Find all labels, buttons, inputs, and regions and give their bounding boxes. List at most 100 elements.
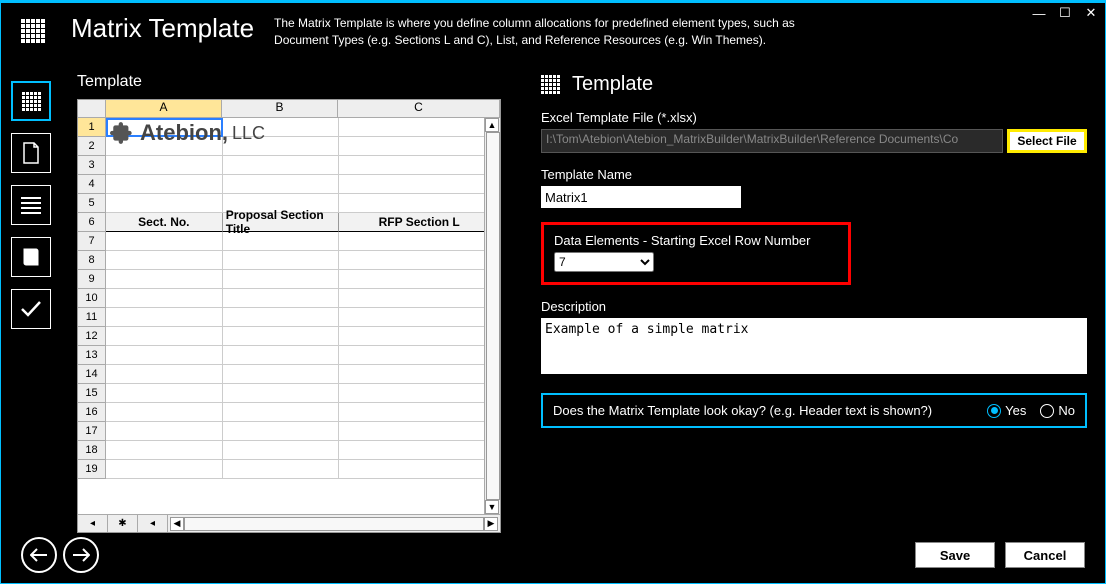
spreadsheet-cell[interactable]: [106, 156, 223, 175]
row-header[interactable]: 11: [78, 308, 106, 327]
spreadsheet-cell[interactable]: [106, 327, 223, 346]
spreadsheet-cell[interactable]: [339, 346, 500, 365]
spreadsheet-cell[interactable]: [339, 327, 500, 346]
column-header-C[interactable]: C: [338, 100, 500, 117]
row-header[interactable]: 4: [78, 175, 106, 194]
row-header[interactable]: 16: [78, 403, 106, 422]
spreadsheet-cell[interactable]: [106, 403, 223, 422]
spreadsheet-cell[interactable]: [339, 194, 500, 213]
spreadsheet-cell[interactable]: [106, 251, 223, 270]
spreadsheet-cell[interactable]: [223, 137, 340, 156]
row-header[interactable]: 7: [78, 232, 106, 251]
sidebar-item-document[interactable]: [11, 133, 51, 173]
spreadsheet-cell[interactable]: [106, 365, 223, 384]
sidebar-item-book[interactable]: [11, 237, 51, 277]
spreadsheet-cell[interactable]: [339, 118, 500, 137]
spreadsheet-cell[interactable]: [339, 289, 500, 308]
spreadsheet-cell[interactable]: [106, 441, 223, 460]
spreadsheet[interactable]: A B C 123456Sect. No.Proposal Section Ti…: [77, 99, 501, 533]
sidebar-item-list[interactable]: [11, 185, 51, 225]
row-header[interactable]: 5: [78, 194, 106, 213]
spreadsheet-cell[interactable]: [339, 460, 500, 479]
maximize-icon[interactable]: ☐: [1057, 5, 1073, 21]
row-header[interactable]: 19: [78, 460, 106, 479]
template-name-field[interactable]: [541, 186, 741, 208]
spreadsheet-cell[interactable]: [106, 270, 223, 289]
row-header[interactable]: 6: [78, 213, 106, 232]
sidebar-item-check[interactable]: [11, 289, 51, 329]
spreadsheet-cell[interactable]: [223, 422, 340, 441]
minimize-icon[interactable]: —: [1031, 6, 1047, 21]
spreadsheet-cell[interactable]: [106, 137, 223, 156]
column-header-B[interactable]: B: [222, 100, 338, 117]
spreadsheet-cell[interactable]: [223, 289, 340, 308]
spreadsheet-vertical-scrollbar[interactable]: ▲ ▼: [484, 118, 500, 514]
spreadsheet-cell[interactable]: [339, 441, 500, 460]
row-header[interactable]: 17: [78, 422, 106, 441]
spreadsheet-cell[interactable]: [106, 422, 223, 441]
spreadsheet-cell[interactable]: [106, 194, 223, 213]
spreadsheet-cell[interactable]: [223, 175, 340, 194]
nav-forward-button[interactable]: [63, 537, 99, 573]
spreadsheet-horizontal-scrollbar[interactable]: ◀ ▶: [168, 517, 500, 531]
spreadsheet-cell[interactable]: [339, 175, 500, 194]
spreadsheet-cell[interactable]: Sect. No.: [106, 213, 223, 232]
spreadsheet-cell[interactable]: [106, 308, 223, 327]
spreadsheet-cell[interactable]: [223, 270, 340, 289]
spreadsheet-cell[interactable]: [339, 403, 500, 422]
spreadsheet-cell[interactable]: [223, 251, 340, 270]
select-file-button[interactable]: Select File: [1007, 129, 1087, 153]
spreadsheet-cell[interactable]: [339, 232, 500, 251]
row-header[interactable]: 1: [78, 118, 106, 137]
nav-back-button[interactable]: [21, 537, 57, 573]
row-header[interactable]: 10: [78, 289, 106, 308]
spreadsheet-cell[interactable]: [339, 251, 500, 270]
row-header[interactable]: 14: [78, 365, 106, 384]
select-all-corner[interactable]: [78, 100, 106, 117]
row-header[interactable]: 13: [78, 346, 106, 365]
spreadsheet-cell[interactable]: [106, 384, 223, 403]
column-header-A[interactable]: A: [106, 100, 222, 117]
cancel-button[interactable]: Cancel: [1005, 542, 1085, 568]
spreadsheet-cell[interactable]: [106, 289, 223, 308]
start-row-select[interactable]: 7: [554, 252, 654, 272]
spreadsheet-cell[interactable]: [223, 460, 340, 479]
spreadsheet-cell[interactable]: [339, 308, 500, 327]
description-field[interactable]: [541, 318, 1087, 374]
row-header[interactable]: 8: [78, 251, 106, 270]
spreadsheet-cell[interactable]: RFP Section L: [339, 213, 500, 232]
scroll-up-arrow[interactable]: ▲: [485, 118, 499, 132]
spreadsheet-cell[interactable]: [223, 327, 340, 346]
row-header[interactable]: 9: [78, 270, 106, 289]
sheet-nav-prev[interactable]: ◂: [138, 515, 168, 532]
scroll-left-arrow[interactable]: ◀: [170, 517, 184, 531]
spreadsheet-cell[interactable]: [223, 441, 340, 460]
spreadsheet-cell[interactable]: [339, 156, 500, 175]
row-header[interactable]: 18: [78, 441, 106, 460]
spreadsheet-cell[interactable]: Proposal Section Title: [223, 213, 340, 232]
spreadsheet-cell[interactable]: [223, 346, 340, 365]
row-header[interactable]: 15: [78, 384, 106, 403]
spreadsheet-cell[interactable]: [223, 308, 340, 327]
spreadsheet-cell[interactable]: [106, 346, 223, 365]
spreadsheet-cell[interactable]: [223, 118, 340, 137]
scroll-right-arrow[interactable]: ▶: [484, 517, 498, 531]
radio-no[interactable]: No: [1040, 403, 1075, 418]
save-button[interactable]: Save: [915, 542, 995, 568]
spreadsheet-cell[interactable]: [223, 232, 340, 251]
spreadsheet-cell[interactable]: [339, 137, 500, 156]
spreadsheet-cell[interactable]: [106, 460, 223, 479]
spreadsheet-cell[interactable]: [223, 403, 340, 422]
sidebar-item-template[interactable]: [11, 81, 51, 121]
row-header[interactable]: 12: [78, 327, 106, 346]
close-icon[interactable]: ✕: [1083, 5, 1099, 21]
file-path-field[interactable]: I:\Tom\Atebion\Atebion_MatrixBuilder\Mat…: [541, 129, 1003, 153]
spreadsheet-cell[interactable]: [339, 422, 500, 441]
spreadsheet-cell[interactable]: [223, 156, 340, 175]
spreadsheet-cell[interactable]: [339, 270, 500, 289]
row-header[interactable]: 2: [78, 137, 106, 156]
spreadsheet-cell[interactable]: [223, 365, 340, 384]
spreadsheet-cell[interactable]: [339, 384, 500, 403]
spreadsheet-cell[interactable]: [106, 232, 223, 251]
radio-yes[interactable]: Yes: [987, 403, 1026, 418]
